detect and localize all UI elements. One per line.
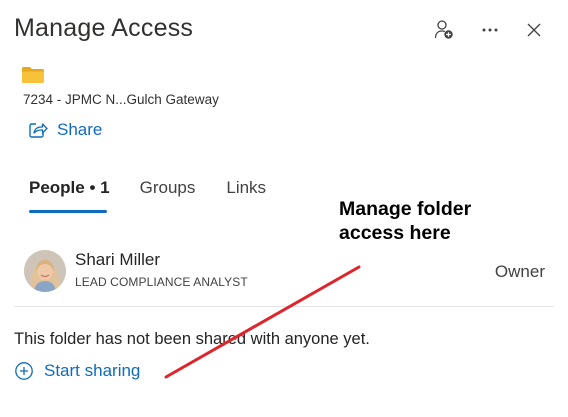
close-button[interactable]	[520, 16, 548, 44]
person-name: Shari Miller	[75, 250, 161, 269]
avatar	[24, 250, 66, 292]
add-person-button[interactable]	[430, 16, 458, 44]
item-name: 7234 - JPMC N...Gulch Gateway	[23, 92, 219, 107]
share-label: Share	[57, 120, 103, 139]
manage-access-panel: Manage Access 7234 - JPMC N...Gulch Gate…	[0, 0, 568, 417]
tab-groups-label: Groups	[139, 178, 196, 197]
person-job-title: LEAD COMPLIANCE ANALYST	[75, 275, 248, 289]
empty-state-message: This folder has not been shared with any…	[14, 330, 370, 348]
divider	[14, 306, 554, 307]
tab-people-count: 1	[100, 178, 110, 197]
avatar-photo	[24, 250, 66, 292]
tab-people-label: People	[29, 178, 85, 197]
folder-icon	[22, 67, 44, 83]
more-options-button[interactable]	[476, 16, 504, 44]
tab-links-label: Links	[226, 178, 267, 197]
share-button[interactable]: Share	[28, 120, 102, 140]
annotation-arrow-line	[164, 265, 361, 379]
add-circle-icon	[15, 362, 33, 380]
more-horizontal-icon	[482, 28, 498, 32]
people-list-item[interactable]: Shari Miller LEAD COMPLIANCE ANALYST Own…	[0, 244, 568, 304]
page-title: Manage Access	[14, 14, 194, 42]
annotation-text: Manage folder access here	[339, 198, 472, 244]
access-tabs: People • 1 Groups Links	[29, 178, 266, 198]
tab-selected-indicator	[29, 210, 107, 213]
tab-links[interactable]: Links	[226, 178, 266, 198]
start-sharing-button[interactable]: Start sharing	[14, 361, 140, 381]
tab-people[interactable]: People • 1	[29, 178, 110, 198]
person-role[interactable]: Owner	[495, 262, 545, 282]
share-icon	[29, 123, 48, 138]
start-sharing-label: Start sharing	[44, 361, 141, 380]
tab-groups[interactable]: Groups	[140, 178, 196, 198]
person-add-icon	[434, 20, 453, 39]
close-icon	[527, 23, 541, 37]
